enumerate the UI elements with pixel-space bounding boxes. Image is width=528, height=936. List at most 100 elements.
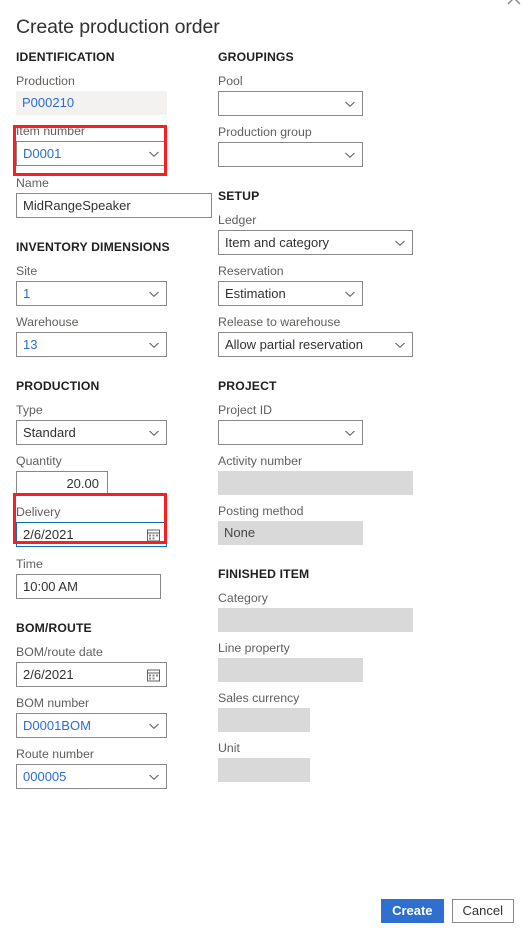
type-combobox[interactable]: Standard <box>16 420 167 445</box>
chevron-down-icon <box>148 771 160 783</box>
chevron-down-icon <box>148 720 160 732</box>
chevron-down-icon <box>344 288 356 300</box>
field-label-site: Site <box>16 264 38 278</box>
field-label-bom-number: BOM number <box>16 696 90 710</box>
field-line-property: Line property <box>218 640 418 682</box>
right-column: GROUPINGS Pool Production group SETUP Le… <box>218 50 418 790</box>
delivery-date-value: 2/6/2021 <box>23 527 74 542</box>
item-number-value: D0001 <box>23 146 62 161</box>
bom-route-date-input[interactable]: 2/6/2021 <box>16 662 167 687</box>
field-label-project-id: Project ID <box>218 403 272 417</box>
bom-route-date-value: 2/6/2021 <box>23 667 74 682</box>
activity-number-value <box>218 471 413 495</box>
field-label-warehouse: Warehouse <box>16 315 79 329</box>
chevron-down-icon <box>394 237 406 249</box>
field-label-category: Category <box>218 591 268 605</box>
group-heading-identification: IDENTIFICATION <box>16 50 115 64</box>
release-to-warehouse-value: Allow partial reservation <box>225 337 364 352</box>
chevron-down-icon <box>394 339 406 351</box>
field-name: Name MidRangeSpeaker <box>16 175 212 218</box>
calendar-icon[interactable] <box>147 528 160 541</box>
field-label-production-group: Production group <box>218 125 312 139</box>
site-combobox[interactable]: 1 <box>16 281 167 306</box>
line-property-value <box>218 658 363 682</box>
field-label-unit: Unit <box>218 741 240 755</box>
release-to-warehouse-combobox[interactable]: Allow partial reservation <box>218 332 413 357</box>
group-heading-production: PRODUCTION <box>16 379 100 393</box>
cancel-button[interactable]: Cancel <box>451 899 514 923</box>
field-label-posting-method: Posting method <box>218 504 304 518</box>
field-label-sales-currency: Sales currency <box>218 691 300 705</box>
name-input[interactable]: MidRangeSpeaker <box>16 193 212 218</box>
posting-method-value: None <box>218 521 363 545</box>
field-route-number: Route number 000005 <box>16 746 212 789</box>
delivery-date-input[interactable]: 2/6/2021 <box>16 522 167 547</box>
field-item-number: Item number D0001 <box>16 123 212 166</box>
ledger-combobox[interactable]: Item and category <box>218 230 413 255</box>
group-heading-finished-item: FINISHED ITEM <box>218 567 310 581</box>
warehouse-combobox[interactable]: 13 <box>16 332 167 357</box>
field-label-route-number: Route number <box>16 747 94 761</box>
reservation-combobox[interactable]: Estimation <box>218 281 363 306</box>
field-bom-route-date: BOM/route date 2/6/2021 <box>16 644 212 687</box>
route-number-combobox[interactable]: 000005 <box>16 764 167 789</box>
dialog-footer: Create Cancel <box>381 899 514 923</box>
field-label-pool: Pool <box>218 74 243 88</box>
chevron-down-icon <box>148 339 160 351</box>
chevron-down-icon <box>344 98 356 110</box>
reservation-value: Estimation <box>225 286 286 301</box>
group-heading-setup: SETUP <box>218 189 260 203</box>
field-production: Production P000210 <box>16 73 212 115</box>
type-value: Standard <box>23 425 76 440</box>
field-site: Site 1 <box>16 263 212 306</box>
calendar-icon[interactable] <box>147 668 160 681</box>
field-release-to-warehouse: Release to warehouse Allow partial reser… <box>218 314 418 357</box>
field-category: Category <box>218 590 418 632</box>
sales-currency-value <box>218 708 310 732</box>
page-title: Create production order <box>16 16 220 38</box>
field-label-line-property: Line property <box>218 641 290 655</box>
group-heading-project: PROJECT <box>218 379 277 393</box>
production-value: P000210 <box>16 91 167 115</box>
field-label-quantity: Quantity <box>16 454 62 468</box>
field-label-type: Type <box>16 403 43 417</box>
close-icon[interactable] <box>504 0 524 8</box>
create-button[interactable]: Create <box>381 899 444 923</box>
field-label-activity-number: Activity number <box>218 454 303 468</box>
warehouse-value: 13 <box>23 337 38 352</box>
item-number-combobox[interactable]: D0001 <box>16 141 167 166</box>
chevron-down-icon <box>148 427 160 439</box>
field-sales-currency: Sales currency <box>218 690 418 732</box>
unit-value <box>218 758 310 782</box>
field-label-ledger: Ledger <box>218 213 257 227</box>
field-label-item-number: Item number <box>16 124 86 138</box>
quantity-input[interactable]: 20.00 <box>16 471 108 496</box>
field-label-reservation: Reservation <box>218 264 284 278</box>
field-label-name: Name <box>16 176 49 190</box>
field-production-group: Production group <box>218 124 418 167</box>
time-input[interactable]: 10:00 AM <box>16 574 161 599</box>
bom-number-combobox[interactable]: D0001BOM <box>16 713 167 738</box>
group-heading-groupings: GROUPINGS <box>218 50 294 64</box>
field-pool: Pool <box>218 73 418 116</box>
field-unit: Unit <box>218 740 418 782</box>
field-bom-number: BOM number D0001BOM <box>16 695 212 738</box>
field-posting-method: Posting method None <box>218 503 418 545</box>
pool-combobox[interactable] <box>218 91 363 116</box>
chevron-down-icon <box>148 288 160 300</box>
ledger-value: Item and category <box>225 235 330 250</box>
field-warehouse: Warehouse 13 <box>16 314 212 357</box>
field-label-bom-route-date: BOM/route date <box>16 645 103 659</box>
group-heading-bom-route: BOM/ROUTE <box>16 621 92 635</box>
project-id-combobox[interactable] <box>218 420 363 445</box>
chevron-down-icon <box>344 149 356 161</box>
chevron-down-icon <box>148 148 160 160</box>
production-group-combobox[interactable] <box>218 142 363 167</box>
field-label-production: Production <box>16 74 75 88</box>
field-label-delivery: Delivery <box>16 505 61 519</box>
site-value: 1 <box>23 286 31 301</box>
bom-number-value: D0001BOM <box>23 718 91 733</box>
route-number-value: 000005 <box>23 769 67 784</box>
field-ledger: Ledger Item and category <box>218 212 418 255</box>
field-project-id: Project ID <box>218 402 418 445</box>
